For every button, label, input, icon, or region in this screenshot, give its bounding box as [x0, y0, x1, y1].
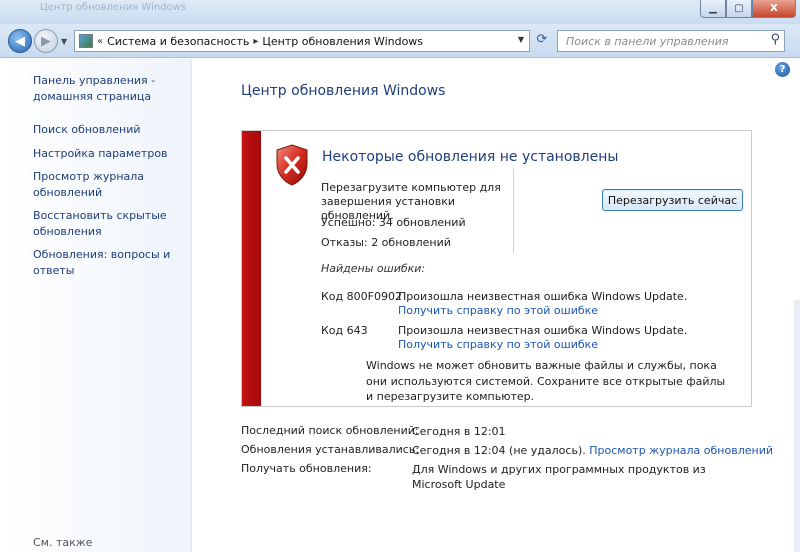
left-task-pane: Панель управления - домашняя страница По… — [0, 59, 192, 552]
last-search-label: Последний поиск обновлений: — [241, 424, 419, 437]
maximize-button[interactable]: ▢ — [726, 0, 752, 18]
navigation-bar: ◀ ▶ ▼ « Система и безопасность ▸ Центр о… — [0, 24, 800, 58]
search-icon[interactable]: ⚲ — [770, 32, 780, 47]
found-errors-heading: Найдены ошибки: — [321, 262, 426, 275]
page-title: Центр обновления Windows — [241, 83, 446, 99]
help-icon[interactable]: ? — [775, 62, 790, 77]
address-bar[interactable]: « Система и безопасность ▸ Центр обновле… — [74, 30, 530, 52]
window-controls: ▁ ▢ X — [700, 0, 796, 18]
sidebar-item-change-settings[interactable]: Настройка параметров — [33, 146, 188, 162]
arrow-left-icon: ◀ — [15, 33, 25, 49]
sidebar-item-view-history[interactable]: Просмотр журнала обновлений — [33, 169, 188, 200]
back-button[interactable]: ◀ — [8, 29, 32, 53]
breadcrumb-arrow-icon[interactable]: ▸ — [253, 36, 258, 47]
error-help-link[interactable]: Получить справку по этой ошибке — [398, 304, 598, 317]
control-panel-icon — [79, 34, 93, 48]
arrow-right-icon: ▶ — [41, 33, 51, 49]
view-history-link[interactable]: Просмотр журнала обновлений — [589, 444, 773, 457]
sidebar-item-restore-hidden[interactable]: Восстановить скрытые обновления — [33, 208, 188, 239]
failure-count: Отказы: 2 обновлений — [321, 236, 451, 249]
see-also-heading: См. также — [33, 536, 93, 549]
update-status-panel: Некоторые обновления не установлены Пере… — [241, 130, 752, 407]
restart-note: Windows не может обновить важные файлы и… — [366, 359, 726, 403]
receive-updates-value: Для Windows и других программных продукт… — [412, 463, 706, 491]
error-help-link[interactable]: Получить справку по этой ошибке — [398, 338, 598, 351]
breadcrumb-overflow[interactable]: « — [97, 36, 103, 47]
search-box[interactable]: Поиск в панели управления ⚲ — [557, 30, 785, 52]
error-stripe — [242, 131, 261, 406]
sidebar-item-home[interactable]: Панель управления - домашняя страница — [33, 73, 188, 104]
address-chevron-down-icon[interactable]: ▼ — [518, 35, 524, 44]
error-text: Произошла неизвестная ошибка Windows Upd… — [398, 324, 688, 337]
restart-now-button[interactable]: Перезагрузить сейчас — [602, 189, 743, 211]
last-search-value: Сегодня в 12:01 — [412, 425, 506, 438]
recent-pages-chevron-down-icon[interactable]: ▼ — [61, 37, 67, 46]
error-code: Код 643 — [321, 324, 368, 337]
error-text: Произошла неизвестная ошибка Windows Upd… — [398, 290, 688, 303]
receive-updates-label: Получать обновления: — [241, 462, 372, 475]
installed-value-row: Сегодня в 12:04 (не удалось). Просмотр ж… — [412, 443, 773, 458]
search-input[interactable]: Поиск в панели управления — [566, 35, 729, 48]
refresh-icon: ⟳ — [536, 32, 548, 47]
refresh-button[interactable]: ⟳ — [533, 32, 551, 50]
breadcrumb-windows-update[interactable]: Центр обновления Windows — [262, 35, 423, 48]
close-button[interactable]: X — [752, 0, 796, 18]
sidebar-item-check-updates[interactable]: Поиск обновлений — [33, 122, 188, 138]
installed-value: Сегодня в 12:04 (не удалось). — [412, 444, 586, 457]
divider — [513, 169, 514, 253]
success-count: Успешно: 34 обновлений — [321, 216, 466, 229]
title-bar: Центр обновления Windows ▁ ▢ X — [0, 0, 800, 24]
minimize-button[interactable]: ▁ — [700, 0, 726, 18]
error-code: Код 800F0902 — [321, 290, 402, 303]
forward-button[interactable]: ▶ — [34, 29, 58, 53]
breadcrumb-system-security[interactable]: Система и безопасность — [107, 35, 249, 48]
installed-label: Обновления устанавливались: — [241, 443, 420, 456]
scrollbar-track[interactable] — [794, 300, 800, 552]
error-shield-icon — [276, 144, 308, 186]
alert-title: Некоторые обновления не установлены — [322, 149, 619, 165]
sidebar-item-faq[interactable]: Обновления: вопросы и ответы — [33, 247, 188, 278]
window-title: Центр обновления Windows — [40, 2, 187, 13]
